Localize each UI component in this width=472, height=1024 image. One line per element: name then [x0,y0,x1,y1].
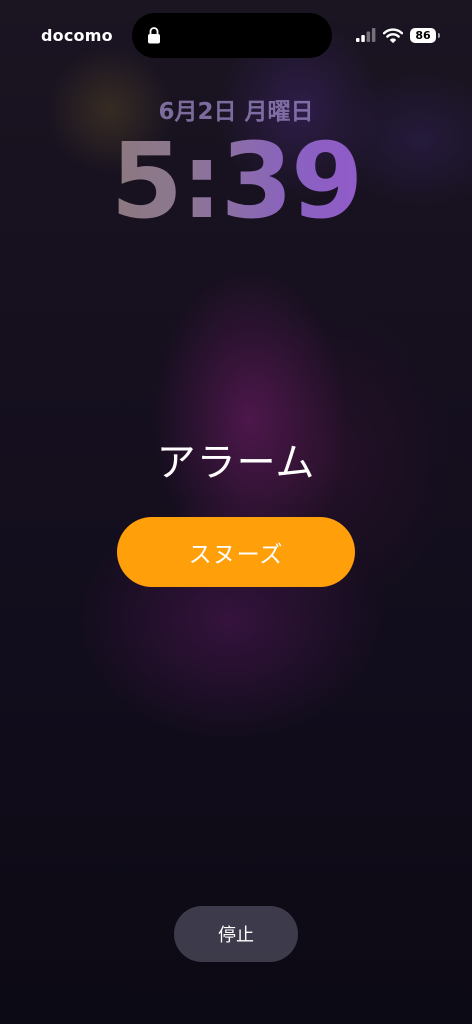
battery-level: 86 [415,28,431,42]
wifi-icon [383,27,403,43]
alarm-title: アラーム [156,441,316,486]
snooze-button-label: スヌーズ [188,542,284,568]
battery-icon: 86 [410,27,440,43]
stop-button[interactable]: 停止 [174,906,298,962]
lock-screen: docomo 86 6月2日 月曜日 5:39 アラーム スヌーズ 停止 [0,0,472,1024]
dynamic-island [132,13,332,58]
lock-icon [148,27,160,44]
status-indicators: 86 [356,25,440,45]
carrier-name: docomo [41,26,113,45]
stop-button-label: 停止 [218,925,254,946]
snooze-button[interactable]: スヌーズ [117,517,355,587]
cellular-signal-icon [356,28,376,42]
lock-screen-time: 5:39 [0,124,472,239]
